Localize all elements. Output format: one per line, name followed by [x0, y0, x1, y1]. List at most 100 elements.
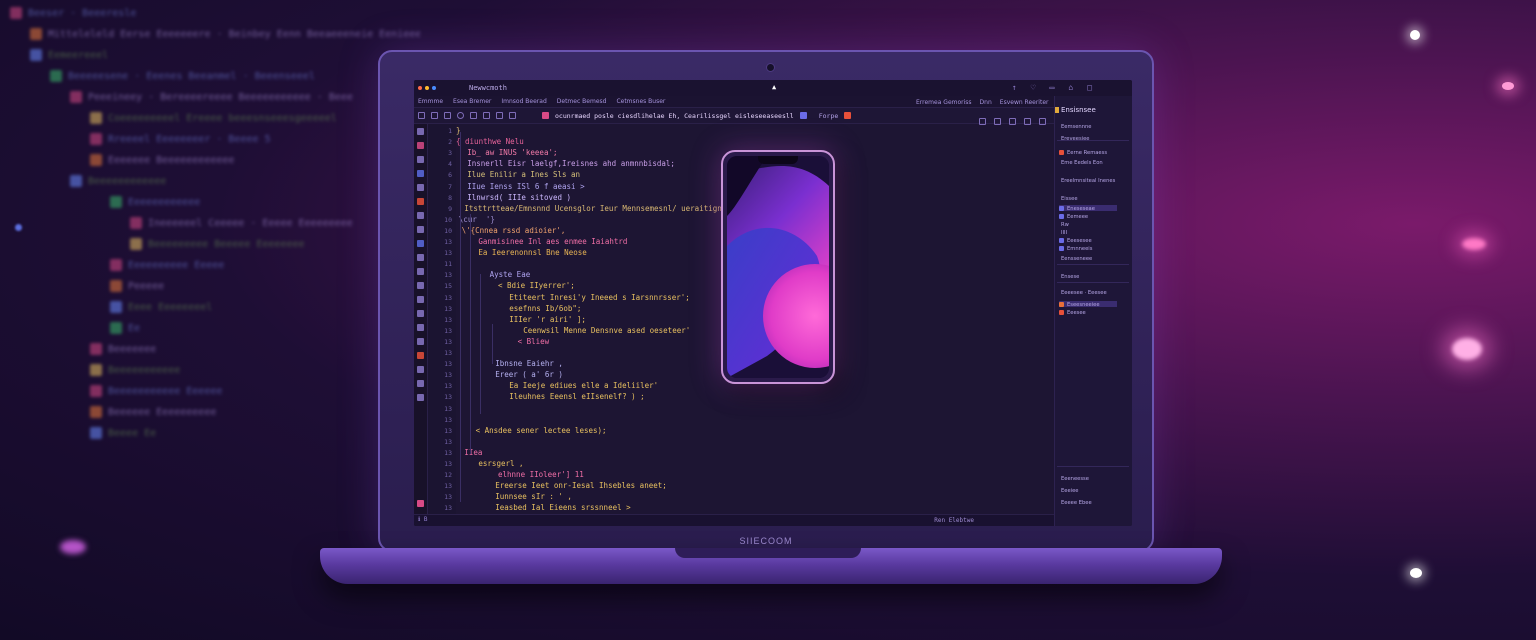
cloud-icon[interactable]	[417, 282, 424, 289]
panel-item[interactable]: Eeeneesse	[1061, 476, 1089, 482]
panel-item[interactable]: Eissee	[1061, 196, 1078, 202]
bookmark-icon[interactable]	[417, 310, 424, 317]
bell-icon[interactable]: ▲	[772, 83, 776, 91]
search-icon[interactable]	[457, 112, 464, 119]
code-line[interactable]: esefnns Ib/6ob";	[509, 304, 581, 314]
code-line[interactable]: Ea Ieeje ediues elle a Ideliiler'	[509, 381, 658, 391]
panel-item[interactable]: Eneseseae	[1067, 206, 1095, 212]
gear-icon[interactable]	[417, 394, 424, 401]
error-icon[interactable]	[417, 198, 424, 205]
code-line[interactable]: Ceenwsil Menne Densnve ased oeseteer'	[523, 326, 690, 336]
warning-icon[interactable]	[417, 352, 424, 359]
code-line[interactable]: esrsgerl ,	[478, 459, 523, 469]
code-line[interactable]: < Bliew	[518, 337, 550, 347]
debug-icon[interactable]	[509, 112, 516, 119]
docker-icon[interactable]	[417, 296, 424, 303]
account-icon[interactable]	[417, 366, 424, 373]
test-icon[interactable]	[417, 240, 424, 247]
code-line[interactable]: Itsttrtteae/Emnsnnd Ucensglor Ieur Menns…	[464, 204, 744, 214]
code-line[interactable]: elhnne IIoleer'] 11	[498, 470, 584, 480]
code-line[interactable]: Ileuhnes Eeensl eIIsenelf? ) ;	[509, 392, 644, 402]
panel-item[interactable]: Eeeee Ebee	[1061, 500, 1092, 506]
open-folder-icon[interactable]	[431, 112, 438, 119]
code-line[interactable]: IIIer 'r airi' ];	[509, 315, 586, 325]
panel-item[interactable]: Eeeiee	[1061, 488, 1079, 494]
window-action-icon[interactable]: ↑	[1012, 83, 1017, 93]
code-line[interactable]: Ieasbed Ial Eieens srssnneel >	[495, 503, 630, 513]
menu-right-item[interactable]: Dnn	[980, 99, 992, 106]
timeline-icon[interactable]	[417, 338, 424, 345]
panel-item[interactable]: Eemsennne	[1061, 124, 1091, 130]
history-icon[interactable]	[417, 324, 424, 331]
window-control-dot[interactable]	[418, 86, 422, 90]
code-line[interactable]: Ereer ( a' 6r )	[495, 370, 563, 380]
status-right[interactable]: Ren Elebtwe	[934, 517, 974, 524]
window-action-icon[interactable]: ♡	[1031, 83, 1036, 93]
undo-icon[interactable]	[470, 112, 477, 119]
code-line[interactable]: < Ansdee sener lectee leses);	[476, 426, 607, 436]
code-line[interactable]: Ayste Eae	[490, 270, 531, 280]
code-line[interactable]: Ilue Enilir a Ines Sls an	[467, 170, 580, 180]
menu-right-item[interactable]: Erremea Gemoriss	[916, 99, 972, 106]
search-icon[interactable]	[417, 142, 424, 149]
database-icon[interactable]	[417, 268, 424, 275]
git-icon[interactable]	[417, 156, 424, 163]
debug-icon[interactable]	[417, 170, 424, 177]
code-line[interactable]: IIue Ienss ISl 6 f aeasi >	[467, 182, 584, 192]
code-line[interactable]: Ereerse Ieet onr-Iesal Ihsebles aneet;	[495, 481, 667, 491]
settings-icon[interactable]	[417, 254, 424, 261]
explorer-icon[interactable]	[417, 128, 424, 135]
panel-item[interactable]: Eeeesee · Eeesee	[1061, 290, 1107, 296]
code-line[interactable]: Ilnwrsd( IIIe sitoved )	[467, 193, 571, 203]
panel-item[interactable]: Ereveesiee	[1061, 136, 1089, 142]
window-action-icon[interactable]: ▭	[1050, 83, 1055, 93]
window-action-icon[interactable]: □	[1087, 83, 1092, 93]
account-icon[interactable]	[417, 500, 424, 507]
panel-item[interactable]: Ereelmnsiteal Inenes	[1061, 178, 1115, 184]
panel-item[interactable]: Ensese	[1061, 274, 1079, 280]
close-tab-icon[interactable]	[844, 112, 852, 119]
terminal-icon[interactable]	[417, 212, 424, 219]
menu-right-item[interactable]: Esvewn Reeriter	[1000, 99, 1049, 106]
save-icon[interactable]	[444, 112, 451, 119]
panel-item[interactable]: Eerne Remaess	[1067, 150, 1107, 156]
panel-item[interactable]: Emnneeis	[1067, 246, 1092, 252]
menu-item[interactable]: Imnsod Beerad	[501, 98, 546, 105]
outline-icon[interactable]	[417, 226, 424, 233]
code-line[interactable]: { diunthwe Nelu	[456, 137, 524, 147]
line-number: 13	[444, 448, 452, 457]
window-control-dot[interactable]	[432, 86, 436, 90]
code-line[interactable]: Ib_ aw INUS 'keeea';	[467, 148, 557, 158]
extensions-icon[interactable]	[417, 184, 424, 191]
panel-item[interactable]: Eemeee	[1067, 214, 1088, 220]
code-line[interactable]: \'{Cnnea rssd adioier',	[462, 226, 566, 236]
new-file-icon[interactable]	[418, 112, 425, 119]
run-icon[interactable]	[496, 112, 503, 119]
menu-item[interactable]: Cetmsnes Buser	[616, 98, 665, 105]
background-code-line: Beeeeesene · Eeenes Beeanmel · Beeenseee…	[50, 70, 315, 82]
code-line[interactable]: Ibnsne Eaiehr ,	[495, 359, 563, 369]
panel-item[interactable]: Rw	[1061, 222, 1069, 228]
code-line[interactable]: Insnerll Eisr laelgf,Ireisnes ahd anmnnb…	[467, 159, 675, 169]
window-control-dot[interactable]	[425, 86, 429, 90]
code-line[interactable]: Etiteert Inresi'y Ineeed s Iarsnnrsser';	[509, 293, 690, 303]
redo-icon[interactable]	[483, 112, 490, 119]
code-line[interactable]: < Bdie IIyerrer';	[498, 281, 575, 291]
menu-item[interactable]: Emmme	[418, 98, 443, 105]
code-line[interactable]: Ea Ieerenonnsl Bne Neose	[478, 248, 586, 258]
code-line[interactable]: IIea	[464, 448, 482, 458]
window-action-icon[interactable]: ⌂	[1068, 83, 1073, 93]
panel-item[interactable]: Eensseneee	[1061, 256, 1092, 262]
menu-item[interactable]: Esea Bremer	[453, 98, 491, 105]
code-line[interactable]: Ganmisinee Inl aes enmee Iaiahtrd	[478, 237, 627, 247]
bell-icon[interactable]	[417, 380, 424, 387]
code-line[interactable]: Iunnsee sIr : ' ,	[495, 492, 572, 502]
code-line[interactable]: \cur '}	[459, 215, 495, 225]
status-left[interactable]: ℹ B	[418, 516, 428, 523]
panel-item[interactable]: Eeesesee	[1067, 238, 1092, 244]
panel-item[interactable]: Eme Eedels Eon	[1061, 160, 1103, 166]
menu-item[interactable]: Detmec Bemesd	[557, 98, 607, 105]
panel-item[interactable]: Eeesee	[1067, 310, 1086, 316]
panel-item[interactable]: IIII	[1061, 230, 1067, 236]
panel-item[interactable]: Eseesneeiee	[1067, 302, 1100, 308]
